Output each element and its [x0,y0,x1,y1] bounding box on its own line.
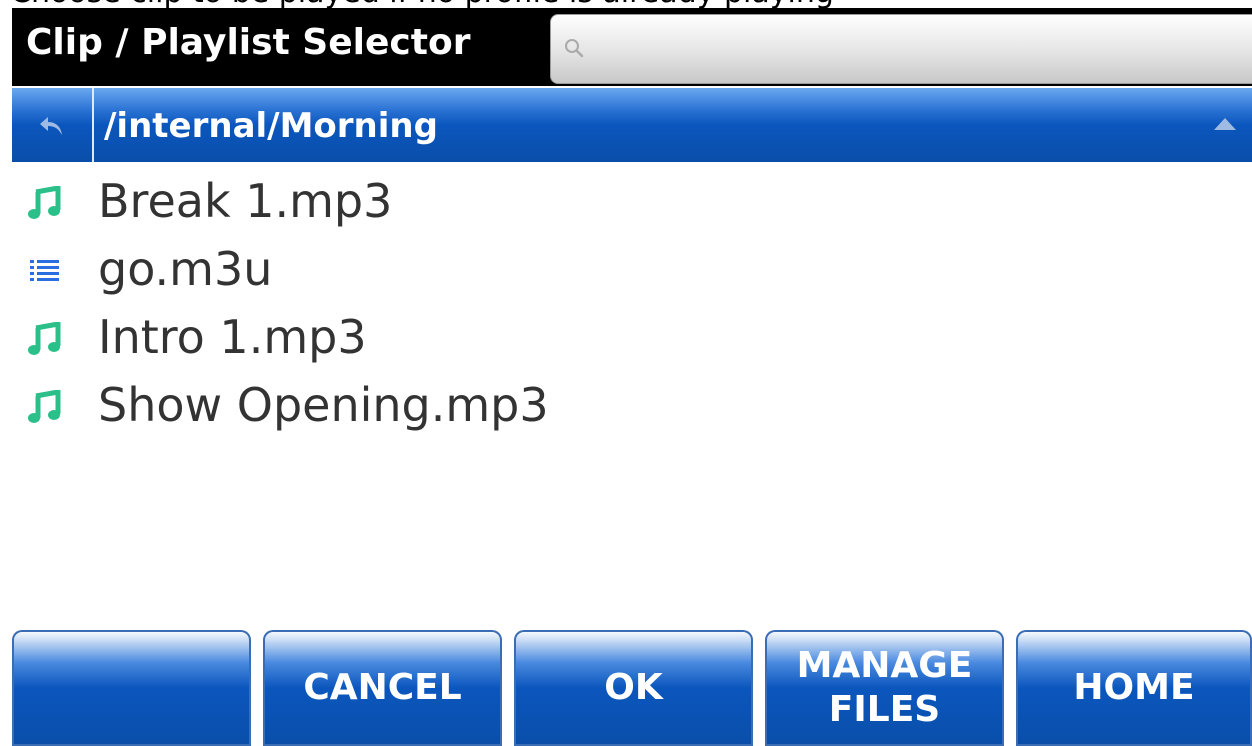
cancel-button-label: CANCEL [303,667,462,708]
file-name: Show Opening.mp3 [98,378,549,432]
home-button[interactable]: HOME [1016,630,1252,746]
search-icon [565,39,584,58]
back-arrow-icon [40,117,62,135]
back-button[interactable] [12,88,94,162]
blank-button[interactable] [12,630,251,746]
list-item[interactable]: Show Opening.mp3 [12,372,1252,438]
file-name: Intro 1.mp3 [98,310,367,364]
music-note-icon [28,186,61,219]
bottom-toolbar: CANCEL OK MANAGE FILES HOME [12,626,1252,746]
search-input[interactable] [595,23,1239,77]
list-item[interactable]: Intro 1.mp3 [12,304,1252,370]
scroll-up-icon[interactable] [1212,114,1238,134]
window-caption: Choose clip to be played if no profile i… [0,0,1252,8]
music-note-icon [28,322,61,355]
ok-button[interactable]: OK [514,630,753,746]
music-note-icon [28,390,61,423]
file-list: Break 1.mp3 go.m3u Intro 1.mp3 Show Open… [12,166,1252,616]
file-name: Break 1.mp3 [98,174,393,228]
ok-button-label: OK [604,667,663,708]
manage-files-button-label: MANAGE FILES [796,645,973,730]
playlist-icon [30,260,59,281]
path-bar: /internal/Morning [12,88,1252,162]
current-path: /internal/Morning [104,106,438,146]
search-box[interactable] [550,14,1252,84]
cancel-button[interactable]: CANCEL [263,630,502,746]
manage-files-button[interactable]: MANAGE FILES [765,630,1004,746]
list-item[interactable]: go.m3u [12,236,1252,302]
list-item[interactable]: Break 1.mp3 [12,168,1252,234]
page-title: Clip / Playlist Selector [26,22,471,63]
home-button-label: HOME [1073,667,1195,708]
file-name: go.m3u [98,242,273,296]
title-bar: Clip / Playlist Selector [12,8,1252,86]
